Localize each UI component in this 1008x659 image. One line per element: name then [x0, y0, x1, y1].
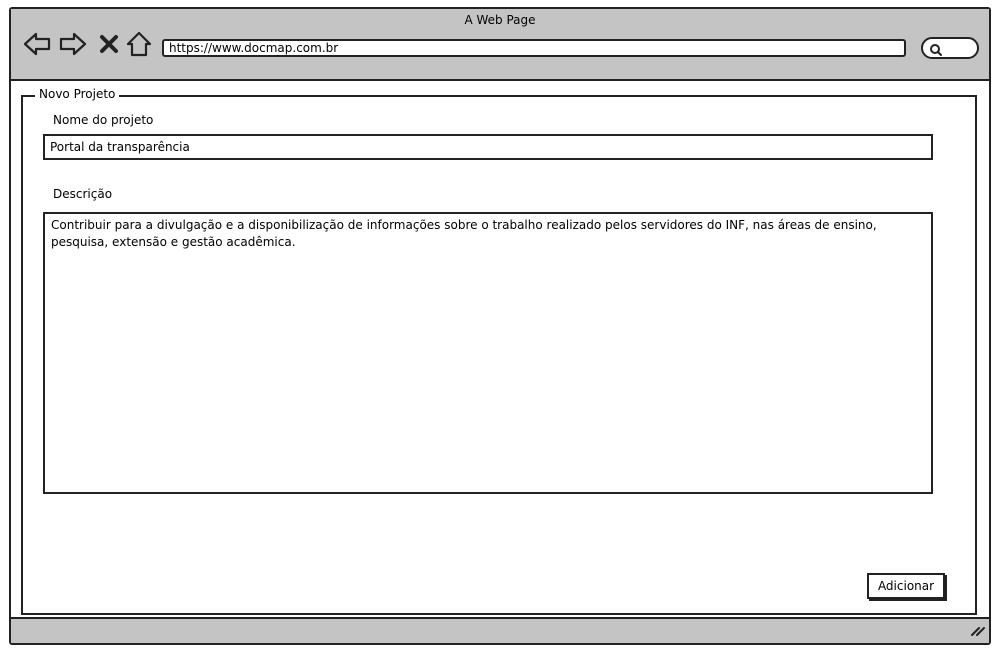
status-bar: [11, 617, 989, 643]
add-button[interactable]: Adicionar: [867, 573, 945, 599]
search-box[interactable]: [921, 37, 979, 59]
search-icon: [929, 42, 943, 61]
description-label: Descrição: [53, 187, 113, 201]
resize-grip-icon[interactable]: [969, 621, 985, 641]
browser-window: A Web Page https://www.docmap.com.br Nov…: [9, 7, 991, 645]
description-field[interactable]: Contribuir para a divulgação e a disponi…: [43, 212, 933, 494]
close-x-icon[interactable]: [95, 31, 123, 57]
back-arrow-icon[interactable]: [23, 31, 51, 57]
project-name-field[interactable]: Portal da transparência: [43, 134, 933, 160]
browser-titlebar: A Web Page https://www.docmap.com.br: [11, 9, 989, 81]
address-bar[interactable]: https://www.docmap.com.br: [162, 39, 906, 57]
home-icon[interactable]: [125, 31, 153, 57]
forward-arrow-icon[interactable]: [59, 31, 87, 57]
name-label: Nome do projeto: [53, 113, 154, 127]
panel-legend: Novo Projeto: [35, 87, 120, 101]
window-title: A Web Page: [464, 13, 536, 27]
